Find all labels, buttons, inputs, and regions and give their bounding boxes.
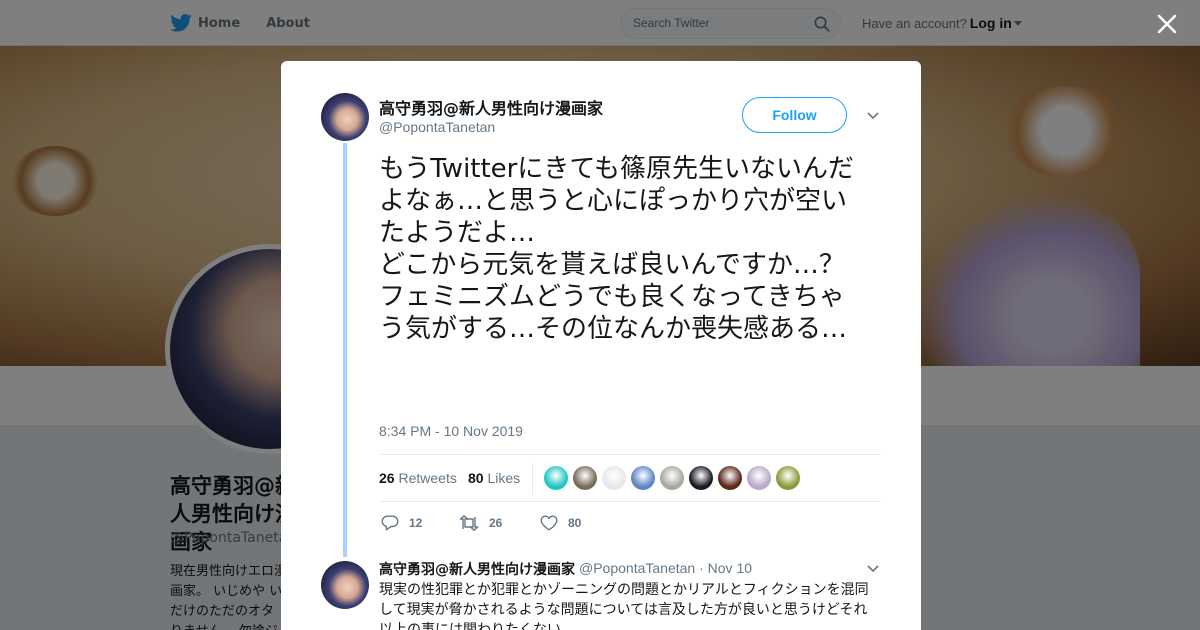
chevron-down-icon[interactable] xyxy=(867,112,879,120)
reply-text: 現実の性犯罪とか犯罪とかゾーニングの問題とかリアルとフィクションを混同して現実が… xyxy=(379,582,869,630)
reply-action[interactable]: 12 xyxy=(381,513,422,533)
tweet-timestamp[interactable]: 8:34 PM - 10 Nov 2019 xyxy=(379,423,523,439)
like-action[interactable]: 80 xyxy=(540,513,581,533)
retweets-count: 26 xyxy=(379,470,395,486)
reply-author-name[interactable]: 高守勇羽@新人男性向け漫画家 xyxy=(379,559,575,579)
reply-count: 12 xyxy=(409,516,423,530)
liker-avatar[interactable] xyxy=(747,466,771,490)
liker-avatar[interactable] xyxy=(573,466,597,490)
heart-icon xyxy=(540,515,558,531)
liker-avatar[interactable] xyxy=(776,466,800,490)
liker-avatar[interactable] xyxy=(602,466,626,490)
liker-avatar[interactable] xyxy=(631,466,655,490)
liker-avatar[interactable] xyxy=(660,466,684,490)
reply-author-avatar[interactable] xyxy=(321,561,369,609)
retweet-icon xyxy=(459,515,479,531)
stats-divider xyxy=(532,463,533,495)
likes-count: 80 xyxy=(468,470,484,486)
like-count: 80 xyxy=(568,516,582,530)
liker-avatar[interactable] xyxy=(544,466,568,490)
chevron-down-icon[interactable] xyxy=(867,565,879,573)
likes-label: Likes xyxy=(487,470,521,486)
liker-avatar[interactable] xyxy=(718,466,742,490)
reply-meta: @PopontaTanetan · Nov 10 xyxy=(579,560,752,576)
reply-separator: · xyxy=(699,560,704,576)
tweet-stats: 26 Retweets 80 Likes xyxy=(379,454,881,502)
tweet-text: もうTwitterにきても篠原先生いないんだよなぁ…と思うと心にぽっかり穴が空い… xyxy=(379,154,855,344)
reply-icon xyxy=(381,515,399,531)
liker-avatar[interactable] xyxy=(689,466,713,490)
likes-stat[interactable]: 80 Likes xyxy=(468,470,520,486)
close-icon[interactable] xyxy=(1156,13,1178,35)
retweet-action[interactable]: 26 xyxy=(459,513,502,533)
reply-date[interactable]: Nov 10 xyxy=(708,560,752,576)
author-name[interactable]: 高守勇羽@新人男性向け漫画家 xyxy=(379,95,603,119)
reply-author-handle[interactable]: @PopontaTanetan xyxy=(579,560,695,576)
retweet-count: 26 xyxy=(489,516,503,530)
tweet-modal: 高守勇羽@新人男性向け漫画家 @PopontaTanetan Follow もう… xyxy=(281,61,921,630)
author-handle[interactable]: @PopontaTanetan xyxy=(379,119,495,135)
retweets-stat[interactable]: 26 Retweets xyxy=(379,470,457,486)
follow-button[interactable]: Follow xyxy=(742,97,847,133)
author-avatar[interactable] xyxy=(321,93,369,141)
thread-line xyxy=(343,143,347,557)
retweets-label: Retweets xyxy=(398,470,457,486)
